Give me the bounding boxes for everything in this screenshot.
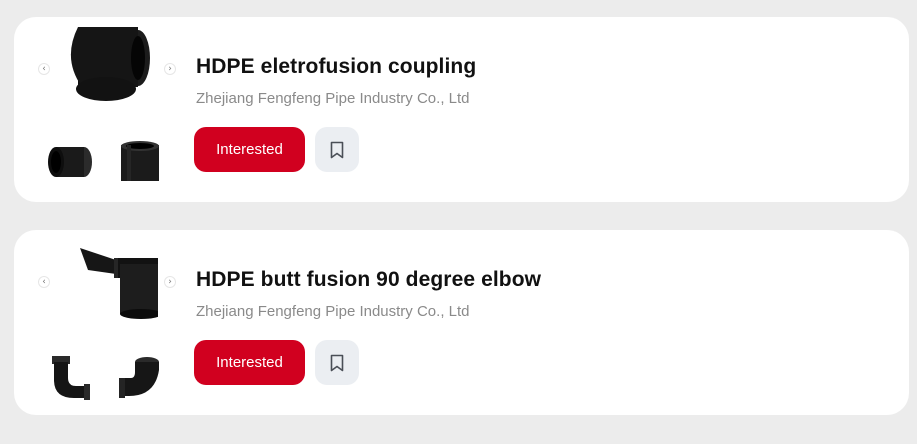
product-thumbnail[interactable] bbox=[46, 352, 96, 400]
gallery-prev-arrow-icon[interactable]: ‹ bbox=[38, 63, 50, 75]
product-thumbnail[interactable] bbox=[115, 139, 165, 187]
company-name[interactable]: Zhejiang Fengfeng Pipe Industry Co., Ltd bbox=[196, 303, 470, 320]
product-main-image[interactable] bbox=[58, 27, 158, 107]
product-gallery: ‹ › bbox=[38, 27, 190, 195]
interested-button[interactable]: Interested bbox=[194, 127, 305, 172]
gallery-next-arrow-icon[interactable]: › bbox=[164, 276, 176, 288]
company-name[interactable]: Zhejiang Fengfeng Pipe Industry Co., Ltd bbox=[196, 90, 470, 107]
gallery-prev-arrow-icon[interactable]: ‹ bbox=[38, 276, 50, 288]
product-title[interactable]: HDPE butt fusion 90 degree elbow bbox=[196, 268, 541, 292]
product-thumbnail[interactable] bbox=[46, 139, 96, 187]
gallery-next-arrow-icon[interactable]: › bbox=[164, 63, 176, 75]
interested-button[interactable]: Interested bbox=[194, 340, 305, 385]
product-card: ‹ › HDPE butt fusion 90 degree elbow Zhe… bbox=[14, 230, 909, 415]
product-gallery: ‹ › bbox=[38, 240, 190, 408]
bookmark-button[interactable] bbox=[315, 340, 359, 385]
bookmark-icon bbox=[330, 354, 344, 371]
product-main-image[interactable] bbox=[58, 240, 158, 320]
bookmark-button[interactable] bbox=[315, 127, 359, 172]
product-card: ‹ › HDPE eletrofusion coupling Zhejiang … bbox=[14, 17, 909, 202]
product-thumbnail[interactable] bbox=[115, 352, 165, 400]
bookmark-icon bbox=[330, 141, 344, 158]
product-title[interactable]: HDPE eletrofusion coupling bbox=[196, 55, 476, 79]
